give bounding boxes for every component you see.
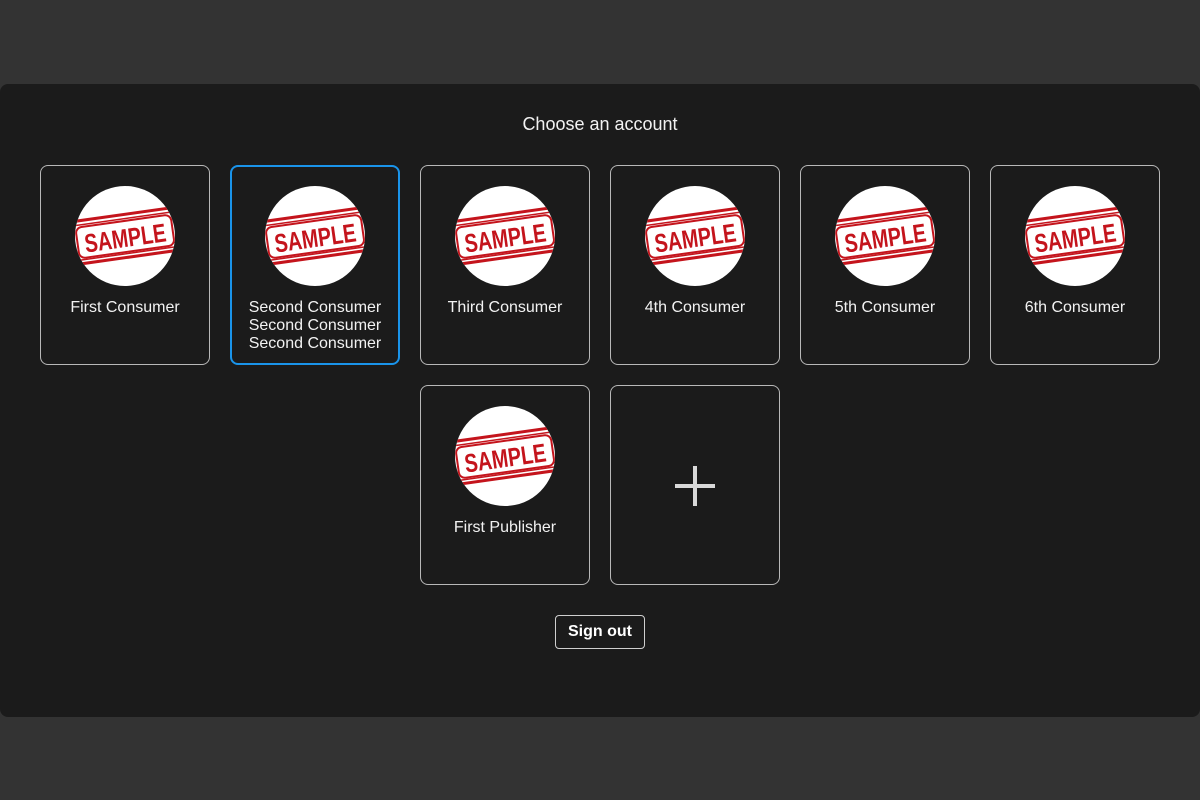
sample-stamp-icon: SAMPLE (75, 205, 175, 267)
account-card-first-publisher[interactable]: SAMPLE First Publisher (420, 385, 590, 585)
avatar: SAMPLE (645, 186, 745, 286)
account-card-second-consumer[interactable]: SAMPLE Second Consumer Second Consumer S… (230, 165, 400, 365)
avatar: SAMPLE (75, 186, 175, 286)
plus-icon (675, 466, 715, 506)
account-name: 4th Consumer (644, 299, 746, 316)
sign-out-button[interactable]: Sign out (555, 615, 645, 649)
avatar: SAMPLE (455, 186, 555, 286)
account-card-third-consumer[interactable]: SAMPLE Third Consumer (420, 165, 590, 365)
avatar: SAMPLE (1025, 186, 1125, 286)
account-card-first-consumer[interactable]: SAMPLE First Consumer (40, 165, 210, 365)
account-card-6th-consumer[interactable]: SAMPLE 6th Consumer (990, 165, 1160, 365)
sample-stamp-icon: SAMPLE (1025, 205, 1125, 267)
account-name: First Consumer (70, 299, 180, 316)
avatar: SAMPLE (265, 186, 365, 286)
dialog-title: Choose an account (522, 114, 678, 134)
sample-stamp-icon: SAMPLE (455, 205, 555, 267)
account-name: Third Consumer (447, 299, 563, 316)
account-name: 6th Consumer (1024, 299, 1126, 316)
sample-stamp-icon: SAMPLE (645, 205, 745, 267)
account-name: Second Consumer Second Consumer Second C… (248, 299, 382, 352)
avatar: SAMPLE (455, 406, 555, 506)
add-account-button[interactable] (610, 385, 780, 585)
account-name: 5th Consumer (834, 299, 936, 316)
avatar: SAMPLE (835, 186, 935, 286)
account-chooser-dialog: Choose an account SAMPLE First Consumer … (0, 84, 1200, 717)
account-name: First Publisher (453, 519, 557, 536)
sample-stamp-icon: SAMPLE (265, 205, 365, 267)
sample-stamp-icon: SAMPLE (835, 205, 935, 267)
account-card-5th-consumer[interactable]: SAMPLE 5th Consumer (800, 165, 970, 365)
account-card-4th-consumer[interactable]: SAMPLE 4th Consumer (610, 165, 780, 365)
sample-stamp-icon: SAMPLE (455, 425, 555, 487)
